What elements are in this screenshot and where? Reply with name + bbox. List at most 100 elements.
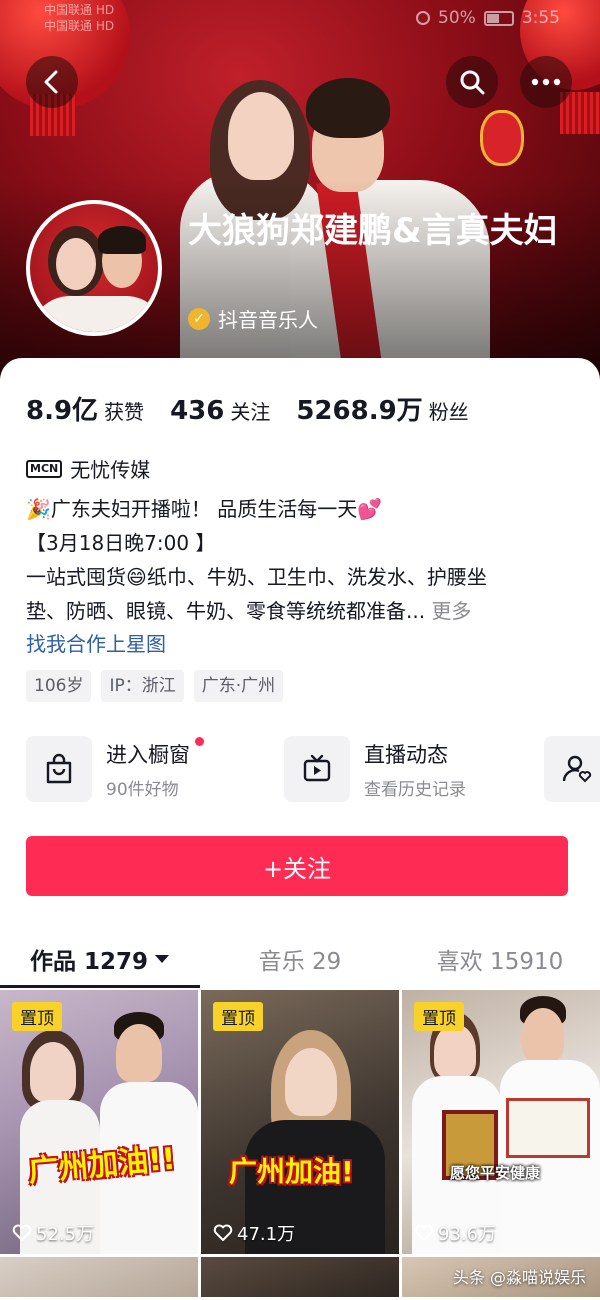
services-row: 进入橱窗 90件好物 直播动态 查看历史记录 [26, 736, 600, 804]
carrier-label: 中国联通 HD [44, 3, 115, 17]
status-bar: 中国联通 HD 中国联通 HD 50% 3:55 [0, 0, 600, 40]
pinned-badge: 置顶 [414, 1002, 464, 1031]
carrier-info: 中国联通 HD 中国联通 HD [44, 2, 114, 34]
content-tabs: 作品 1279 音乐 29 喜欢 15910 [0, 930, 600, 988]
stat-value: 5268.9万 [296, 396, 423, 426]
stat-following[interactable]: 436 关注 [170, 396, 270, 426]
heart-icon [213, 1224, 233, 1241]
follow-button[interactable]: +关注 [26, 836, 568, 896]
back-arrow-icon [44, 70, 58, 94]
stat-label: 粉丝 [428, 400, 469, 424]
stat-followers[interactable]: 5268.9万 粉丝 [296, 390, 468, 427]
shop-window-entry[interactable]: 进入橱窗 90件好物 [26, 736, 204, 802]
bio-line: 一站式囤货😄纸巾、牛奶、卫生巾、洗发水、护腰坐 [26, 565, 487, 589]
profile-tags: 106岁 IP：浙江 广东·广州 [26, 670, 284, 702]
shop-window-label: 进入橱窗 [106, 742, 190, 767]
more-dots-icon [531, 78, 561, 86]
like-count-value: 47.1万 [237, 1224, 296, 1245]
caret-down-icon [155, 955, 170, 963]
tab-likes-label: 喜欢 15910 [436, 949, 564, 975]
avatar-body [30, 296, 158, 332]
profile-card: 8.9亿 获赞 436 关注 5268.9万 粉丝 MCN 无忧传媒 🎉广东夫妇… [0, 358, 600, 1300]
profile-name: 大狼狗郑建鹏&言真夫妇 [188, 211, 558, 251]
user-heart-icon [544, 736, 600, 802]
live-history-entry[interactable]: 直播动态 查看历史记录 [284, 736, 466, 802]
stat-label: 关注 [230, 400, 271, 424]
status-right: 50% 3:55 [416, 8, 560, 28]
mcn-name: 无忧传媒 [70, 458, 151, 482]
bio-line: 垫、防晒、眼镜、牛奶、零食等统统都准备... 更多 [26, 594, 586, 628]
shop-window-title: 进入橱窗 [106, 736, 204, 769]
thumb-figure [30, 1042, 76, 1102]
fan-group-entry[interactable] [544, 736, 600, 802]
tab-music-label: 音乐 29 [258, 949, 342, 975]
video-grid: 置顶 广州加油!! 52.5万 置顶 广州加油! 47.1万 置顶 愿您平安健康… [0, 990, 600, 1297]
video-caption: 广州加油! [229, 1155, 354, 1188]
thumb-figure [522, 1008, 564, 1062]
video-thumbnail[interactable]: 置顶 愿您平安健康 93.6万 [402, 990, 600, 1254]
search-button[interactable] [446, 56, 498, 108]
bio-more-link[interactable]: 更多 [431, 599, 471, 623]
cooperation-link[interactable]: 找我合作上星图 [26, 628, 166, 657]
video-thumbnail[interactable]: 置顶 广州加油! 47.1万 [201, 990, 399, 1254]
battery-icon [483, 10, 514, 26]
mcn-icon: MCN [26, 459, 63, 478]
avatar[interactable] [26, 200, 162, 336]
bio: 🎉广东夫妇开播啦！ 品质生活每一天💕 【3月18日晚7:00 】 一站式囤货😄纸… [26, 492, 586, 628]
banner-man-hair [306, 78, 390, 138]
clock: 3:55 [521, 8, 560, 28]
video-thumbnail[interactable] [0, 1257, 198, 1297]
verified-badge: ✓ 抖音音乐人 [188, 304, 318, 333]
tab-music[interactable]: 音乐 29 [200, 930, 400, 988]
pinned-badge: 置顶 [213, 1002, 263, 1031]
profile-banner: 中国联通 HD 中国联通 HD 50% 3:55 大狼狗郑建鹏&言真夫妇 ✓ 抖… [0, 0, 600, 380]
stat-label: 获赞 [104, 400, 145, 424]
live-history-text: 直播动态 查看历史记录 [364, 739, 466, 800]
like-count-value: 52.5万 [36, 1224, 95, 1245]
bio-line: 【3月18日晚7:00 】 [26, 531, 216, 555]
back-button[interactable] [26, 56, 78, 108]
age-tag: 106岁 [26, 670, 92, 702]
bio-line-text: 垫、防晒、眼镜、牛奶、零食等统统都准备... [26, 599, 426, 623]
mcn-agency[interactable]: MCN 无忧传媒 [26, 454, 150, 483]
stat-likes: 8.9亿 获赞 [26, 390, 144, 427]
stat-value: 436 [170, 396, 225, 426]
tab-likes[interactable]: 喜欢 15910 [400, 930, 600, 988]
thumb-figure [116, 1024, 162, 1082]
video-thumbnail[interactable] [201, 1257, 399, 1297]
tv-icon [284, 736, 350, 802]
alarm-icon [416, 11, 431, 25]
banner-woman-face [228, 92, 294, 180]
heart-icon [414, 1224, 434, 1241]
shop-window-text: 进入橱窗 90件好物 [106, 736, 204, 800]
stats-row: 8.9亿 获赞 436 关注 5268.9万 粉丝 [26, 390, 469, 427]
live-history-title: 直播动态 [364, 742, 448, 767]
thumb-figure [434, 1024, 476, 1078]
video-thumbnail[interactable]: 置顶 广州加油!! 52.5万 [0, 990, 198, 1254]
tab-works-label: 作品 1279 [29, 949, 149, 975]
verified-label: 抖音音乐人 [218, 308, 318, 332]
ip-tag: IP：浙江 [101, 670, 184, 702]
video-caption: 愿您平安健康 [450, 1164, 541, 1182]
watermark: 头条 @淼喵说娱乐 [452, 1268, 586, 1287]
red-ornament [480, 110, 524, 166]
like-count: 52.5万 [12, 1220, 94, 1246]
avatar-man-hair [98, 226, 146, 254]
thumb-figure [285, 1048, 337, 1116]
notification-dot [195, 736, 204, 746]
certificate-paper [506, 1098, 590, 1158]
pinned-badge: 置顶 [12, 1002, 62, 1031]
stat-value: 8.9亿 [26, 396, 99, 426]
like-count: 47.1万 [213, 1220, 295, 1246]
verified-check-icon: ✓ [188, 307, 210, 330]
search-icon [460, 70, 485, 95]
location-tag: 广东·广州 [193, 670, 284, 702]
shopping-bag-icon [26, 736, 92, 802]
more-button[interactable] [520, 56, 572, 108]
like-count-value: 93.6万 [438, 1224, 497, 1245]
heart-icon [12, 1224, 32, 1241]
live-history-subtitle: 查看历史记录 [364, 779, 466, 800]
bio-line: 🎉广东夫妇开播啦！ 品质生活每一天💕 [26, 497, 383, 521]
shop-window-subtitle: 90件好物 [106, 779, 179, 800]
tab-works[interactable]: 作品 1279 [0, 930, 200, 988]
